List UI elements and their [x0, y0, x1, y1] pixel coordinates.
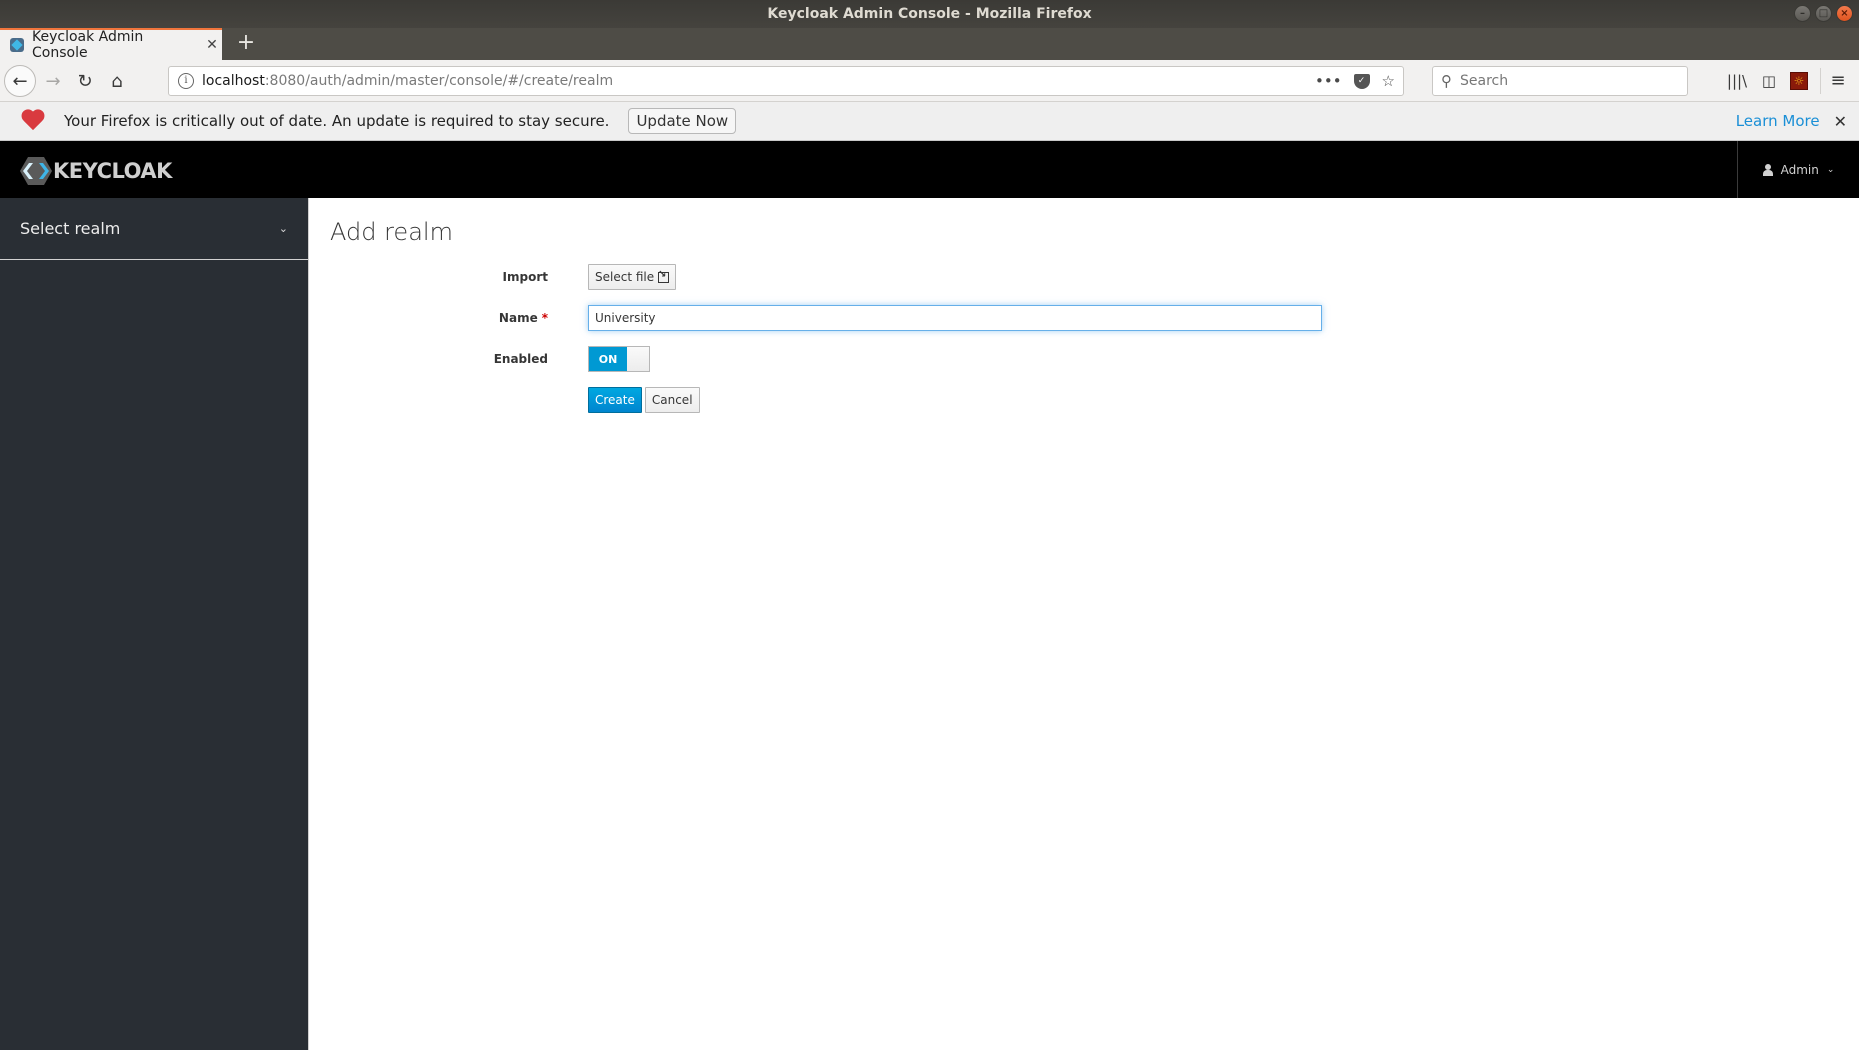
hamburger-menu-icon[interactable]: ≡: [1827, 70, 1849, 92]
url-path: :8080/auth/admin/master/console/#/create…: [264, 73, 614, 89]
notification-message: Your Firefox is critically out of date. …: [64, 112, 610, 130]
toolbar-divider: [1820, 68, 1821, 94]
chevron-down-icon: ⌄: [1826, 164, 1835, 175]
enabled-label: Enabled: [493, 352, 548, 366]
import-file-icon: [658, 269, 670, 283]
learn-more-link[interactable]: Learn More: [1736, 112, 1820, 130]
keycloak-logo[interactable]: KEYCLOAK: [20, 157, 172, 185]
window-titlebar: Keycloak Admin Console - Mozilla Firefox…: [0, 0, 1859, 28]
close-tab-icon[interactable]: ✕: [202, 37, 222, 53]
tab-strip: Keycloak Admin Console ✕ +: [0, 28, 1859, 61]
window-controls: – □ ×: [1794, 5, 1853, 22]
import-label: Import: [502, 270, 548, 284]
extension-icon[interactable]: ☼: [1790, 72, 1808, 90]
select-file-button[interactable]: Select file: [588, 264, 677, 290]
chevron-down-icon: ⌄: [278, 222, 288, 235]
name-label-text: Name: [498, 311, 538, 325]
user-menu[interactable]: Admin ⌄: [1737, 141, 1859, 198]
reload-button[interactable]: ↻: [70, 66, 100, 96]
user-menu-label: Admin: [1780, 162, 1819, 177]
library-icon[interactable]: |||\: [1726, 70, 1748, 92]
brand-wordmark: KEYCLOAK: [53, 159, 172, 183]
tab-keycloak-admin-console[interactable]: Keycloak Admin Console ✕: [0, 28, 222, 61]
site-info-icon[interactable]: i: [178, 73, 194, 89]
update-notification-bar: Your Firefox is critically out of date. …: [0, 102, 1859, 141]
realm-selector-label: Select realm: [20, 219, 121, 238]
search-placeholder: Search: [1460, 73, 1509, 89]
update-now-button[interactable]: Update Now: [628, 108, 737, 134]
heart-alert-icon: [20, 110, 46, 132]
page-actions-icon[interactable]: •••: [1315, 72, 1342, 90]
cancel-button[interactable]: Cancel: [644, 387, 700, 413]
page-title: Add realm: [330, 218, 453, 246]
close-notification-icon[interactable]: ✕: [1834, 112, 1847, 131]
actions-row: Create Cancel: [310, 387, 700, 413]
window-title: Keycloak Admin Console - Mozilla Firefox: [767, 6, 1092, 22]
name-row: Name *: [310, 305, 1322, 331]
create-button[interactable]: Create: [588, 387, 642, 413]
realm-name-input[interactable]: [588, 305, 1322, 331]
tab-title: Keycloak Admin Console: [32, 29, 144, 61]
forward-button[interactable]: →: [38, 66, 68, 96]
back-button[interactable]: ←: [4, 65, 36, 97]
required-marker: *: [541, 311, 548, 325]
name-label: Name *: [310, 311, 548, 325]
home-button[interactable]: ⌂: [102, 66, 132, 96]
enabled-row: Enabled ON: [310, 346, 650, 372]
sidebar: Select realm ⌄: [0, 198, 309, 1050]
realm-selector[interactable]: Select realm ⌄: [0, 198, 308, 260]
select-file-label: Select file: [595, 270, 655, 284]
app-header: KEYCLOAK Admin ⌄: [0, 141, 1859, 198]
enabled-toggle[interactable]: ON: [588, 346, 650, 372]
main-content: Add realm Import Select file Name* Enabl…: [310, 198, 1859, 1053]
pocket-icon[interactable]: ✓: [1353, 73, 1370, 89]
url-host: localhost: [202, 73, 265, 89]
search-icon: ⚲: [1441, 72, 1452, 90]
search-input[interactable]: ⚲ Search: [1432, 66, 1688, 96]
bookmark-star-icon[interactable]: ☆: [1382, 72, 1395, 90]
close-window-button[interactable]: ×: [1836, 5, 1853, 22]
maximize-window-button[interactable]: □: [1815, 5, 1832, 22]
user-icon: [1762, 163, 1773, 176]
sidebar-toggle-icon[interactable]: ◫: [1758, 70, 1780, 92]
toggle-knob[interactable]: [627, 347, 649, 371]
keycloak-favicon-icon: [10, 38, 24, 52]
toggle-on-label: ON: [589, 347, 627, 371]
new-tab-button[interactable]: +: [232, 30, 260, 58]
import-row: Import Select file: [310, 264, 677, 290]
url-bar[interactable]: i localhost:8080/auth/admin/master/conso…: [168, 66, 1404, 96]
keycloak-hex-icon: [20, 157, 52, 185]
navigation-toolbar: ← → ↻ ⌂ i localhost:8080/auth/admin/mast…: [0, 60, 1859, 102]
minimize-window-button[interactable]: –: [1794, 5, 1811, 22]
